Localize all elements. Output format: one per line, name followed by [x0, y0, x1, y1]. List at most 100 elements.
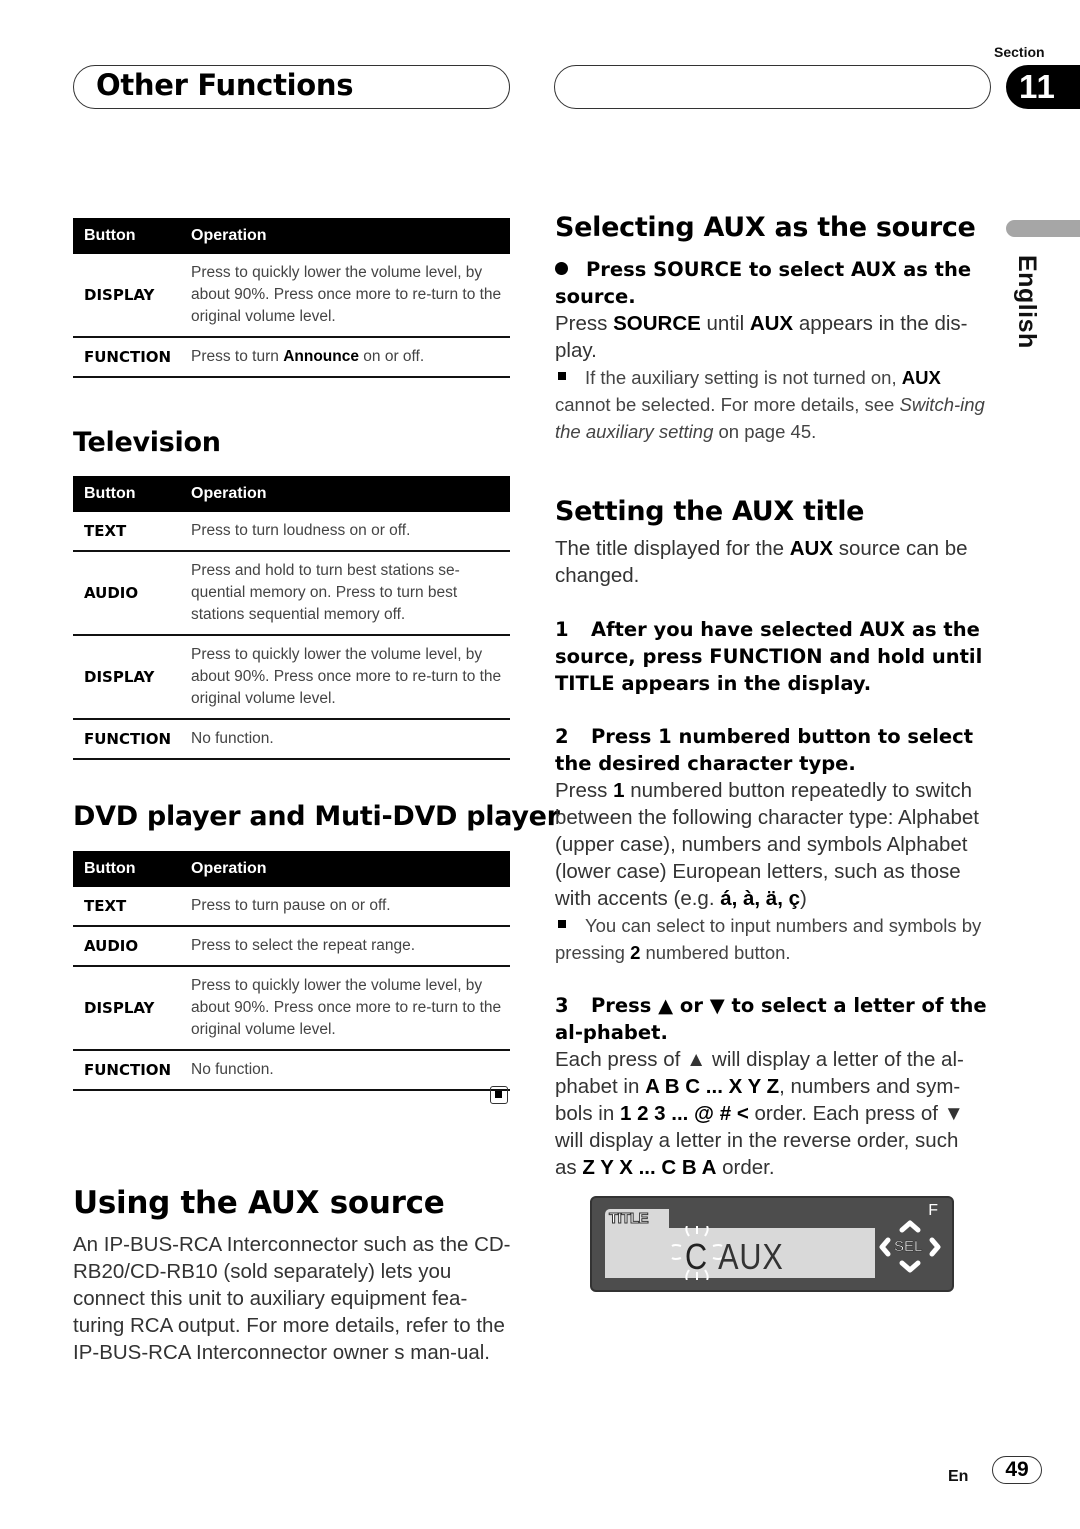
- step-2-body: Press 1 numbered button repeatedly to sw…: [555, 777, 990, 912]
- text-part: order.: [716, 1156, 775, 1179]
- lcd-text: C AUX: [685, 1236, 784, 1278]
- table-row: AUDIO Press and hold to turn best station…: [73, 551, 510, 636]
- operation-text: No function.: [184, 719, 510, 760]
- lcd-screen: C AUX: [605, 1226, 875, 1280]
- keyword: AUX: [901, 367, 941, 388]
- table-row: DISPLAY Press to quickly lower the volume…: [73, 966, 510, 1051]
- sel-navigation: SEL: [878, 1218, 942, 1276]
- language-tab-bar: [1006, 220, 1080, 237]
- selecting-aux-heading: Selecting AUX as the source: [555, 212, 976, 243]
- bullet-icon: [555, 262, 568, 275]
- text-part: Press: [555, 312, 614, 335]
- table-row: AUDIO Press to select the repeat range.: [73, 926, 510, 967]
- table-row: FUNCTION No function.: [73, 719, 510, 760]
- table-header-row: Button Operation: [73, 218, 510, 254]
- step-text: After you have selected AUX as the sourc…: [555, 618, 983, 695]
- step-number: 2: [555, 725, 569, 748]
- television-table: Button Operation TEXT Press to turn loudn…: [73, 476, 510, 760]
- step-number: 3: [555, 994, 569, 1017]
- button-name: AUDIO: [73, 551, 184, 636]
- text-part: numbered button.: [640, 942, 791, 963]
- keyword: Z Y X ... C B A: [582, 1156, 717, 1179]
- button-name: DISPLAY: [73, 966, 184, 1051]
- lcd-cursor-char: C: [685, 1236, 708, 1277]
- button-name: DISPLAY: [73, 635, 184, 720]
- dvd-heading: DVD player and Muti-DVD player: [73, 801, 560, 832]
- operation-text-part: on or off.: [358, 348, 425, 365]
- section-end-icon: [490, 1086, 508, 1104]
- using-aux-body: An IP-BUS-RCA Interconnector such as the…: [73, 1233, 511, 1364]
- table-row: DISPLAY Press to quickly lower the volum…: [73, 254, 510, 338]
- text-part: ): [800, 887, 807, 910]
- operation-text-part: Press to turn: [191, 348, 284, 365]
- selecting-aux-body: Press SOURCE until AUX appears in the di…: [555, 310, 985, 364]
- text-part: until: [700, 312, 750, 335]
- dvd-table: Button Operation TEXT Press to turn pause…: [73, 851, 510, 1091]
- column-header-operation: Operation: [184, 476, 510, 512]
- keyword: SOURCE: [613, 312, 701, 335]
- column-header-button: Button: [73, 218, 184, 254]
- text-part: The title displayed for the: [555, 537, 790, 560]
- language-label: English: [1013, 255, 1041, 349]
- button-name: TEXT: [73, 512, 184, 552]
- selecting-aux-note: If the auxiliary setting is not turned o…: [555, 364, 985, 445]
- button-name: TEXT: [73, 887, 184, 927]
- language-code: En: [948, 1468, 969, 1485]
- operation-text: Press to turn Announce on or off.: [184, 337, 510, 378]
- note-square-icon: [558, 920, 566, 928]
- operation-text: Press to quickly lower the volume level,…: [184, 966, 510, 1051]
- keyword: A B C ... X Y Z: [645, 1075, 780, 1098]
- lcd-title-text: AUX: [718, 1236, 784, 1277]
- button-name: AUDIO: [73, 926, 184, 967]
- button-name: FUNCTION: [73, 1050, 184, 1091]
- operation-text: Press to select the repeat range.: [184, 926, 510, 967]
- step-text: Press SOURCE to select AUX as the source…: [555, 258, 972, 308]
- table-row: TEXT Press to turn pause on or off.: [73, 887, 510, 927]
- table-header-row: Button Operation: [73, 851, 510, 887]
- section-label: Section: [994, 44, 1045, 60]
- button-name: FUNCTION: [73, 719, 184, 760]
- operations-table-top: Button Operation DISPLAY Press to quickl…: [73, 218, 510, 378]
- accent-examples: á, à, ä, ç: [720, 887, 800, 910]
- section-number-tab: 11: [1006, 65, 1080, 109]
- operation-text: Press to turn pause on or off.: [184, 887, 510, 927]
- step-2: 2 Press 1 numbered button to select the d…: [555, 723, 990, 777]
- table-row: TEXT Press to turn loudness on or off.: [73, 512, 510, 552]
- operation-keyword: Announce: [283, 348, 359, 365]
- television-heading: Television: [73, 427, 221, 458]
- text-part: Press: [555, 779, 614, 802]
- column-header-button: Button: [73, 476, 184, 512]
- step-number: 1: [555, 618, 569, 641]
- button-name: DISPLAY: [73, 254, 184, 338]
- lcd-title-label: TITLE: [608, 1210, 649, 1228]
- step-2-note: You can select to input numbers and symb…: [555, 912, 990, 966]
- text-part: on page 45.: [713, 421, 817, 442]
- section-title-box: Other Functions: [73, 65, 510, 109]
- selecting-aux-step: Press SOURCE to select AUX as the source…: [555, 256, 985, 310]
- operation-text: Press and hold to turn best stations se-…: [184, 551, 510, 636]
- table-row: FUNCTION Press to turn Announce on or of…: [73, 337, 510, 378]
- keyword: AUX: [789, 537, 834, 560]
- using-aux-heading: Using the AUX source: [73, 1185, 445, 1221]
- note-square-icon: [558, 372, 566, 380]
- column-header-button: Button: [73, 851, 184, 887]
- table-row: FUNCTION No function.: [73, 1050, 510, 1091]
- column-header-operation: Operation: [184, 851, 510, 887]
- step-3-body: Each press of ▲ will display a letter of…: [555, 1046, 985, 1181]
- button-name: FUNCTION: [73, 337, 184, 378]
- operation-text: Press to quickly lower the volume level,…: [184, 635, 510, 720]
- step-text: Press 1 numbered button to select the de…: [555, 725, 974, 775]
- column-header-operation: Operation: [184, 218, 510, 254]
- text-part: cannot be selected. For more details, se…: [555, 394, 900, 415]
- keyword: 2: [630, 942, 641, 963]
- step-1: 1 After you have selected AUX as the sour…: [555, 616, 985, 697]
- operation-text: Press to quickly lower the volume level,…: [184, 254, 510, 338]
- keyword: 1 2 3 ... @ # <: [619, 1102, 749, 1125]
- keyword: AUX: [749, 312, 794, 335]
- operation-text: Press to turn loudness on or off.: [184, 512, 510, 552]
- step-text: Press ▲ or ▼ to select a letter of the a…: [555, 994, 987, 1044]
- operation-text: No function.: [184, 1050, 510, 1091]
- empty-header-box: [554, 65, 991, 109]
- text-part: If the auxiliary setting is not turned o…: [585, 367, 902, 388]
- keyword: 1: [613, 779, 625, 802]
